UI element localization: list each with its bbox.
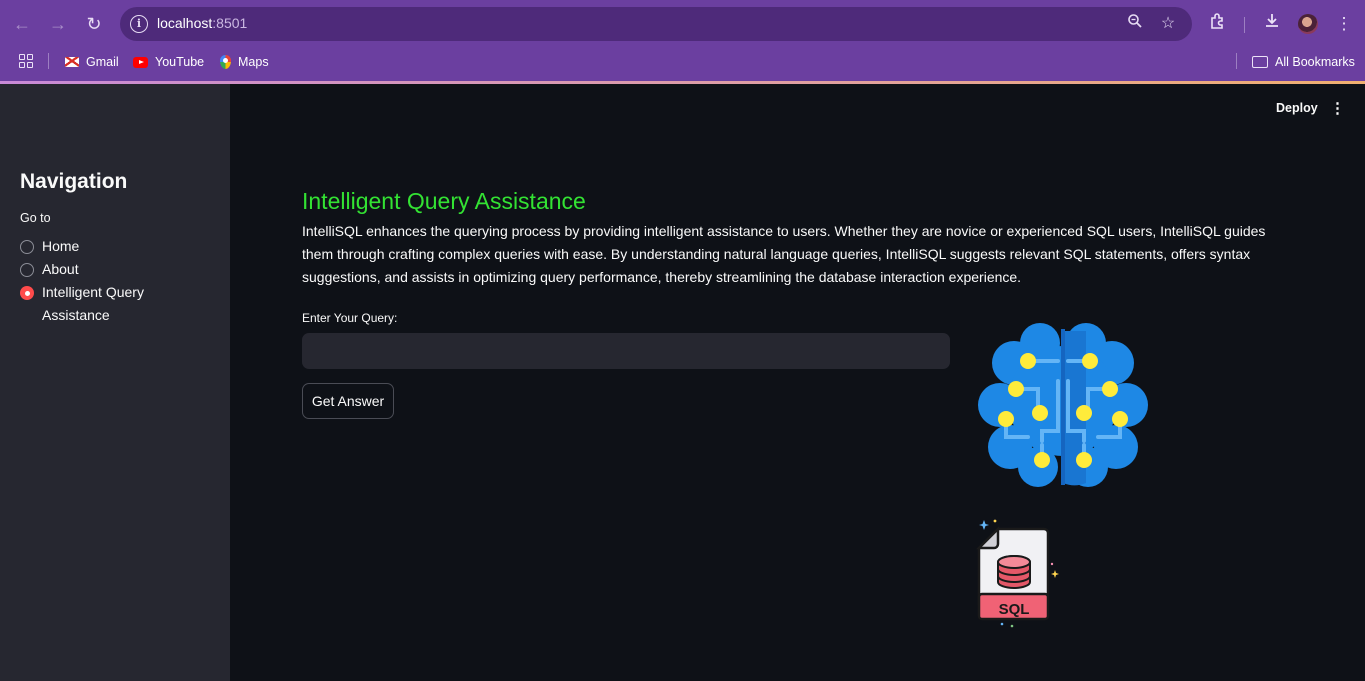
bookmark-label: Maps (238, 55, 269, 69)
back-icon[interactable]: ← (10, 12, 34, 36)
zoom-icon[interactable] (1124, 13, 1146, 35)
sidebar: Navigation Go to Home About Intelligent … (0, 84, 230, 681)
bookmark-maps[interactable]: Maps (220, 53, 269, 71)
app-menu-icon[interactable]: ⋮ (1330, 100, 1345, 118)
bookmark-label: YouTube (155, 55, 205, 69)
site-info-icon[interactable]: i (130, 15, 148, 33)
query-input[interactable] (302, 333, 950, 369)
bookmark-gmail[interactable]: Gmail (65, 53, 119, 71)
page-description: IntelliSQL enhances the querying process… (302, 223, 1266, 285)
bookmark-label: Gmail (86, 55, 119, 69)
page-title: Intelligent Query Assistance (302, 188, 586, 214)
bookmarks-bar: Gmail YouTube Maps All Bookmarks (0, 48, 1365, 74)
main-content: Deploy ⋮ Intelligent Query Assistance In… (230, 84, 1365, 681)
radio-group-label: Go to (20, 211, 51, 225)
radio-label: Intelligent Query Assistance (42, 284, 144, 323)
radio-label: About (42, 261, 79, 277)
extensions-icon[interactable] (1206, 12, 1230, 36)
radio-label: Home (42, 238, 80, 254)
gmail-icon (65, 57, 79, 67)
radio-button[interactable] (20, 263, 34, 277)
radio-option-about[interactable]: About (20, 261, 182, 281)
all-bookmarks-label: All Bookmarks (1275, 55, 1355, 69)
star-icon[interactable]: ☆ (1157, 13, 1179, 35)
radio-option-home[interactable]: Home (20, 238, 182, 258)
get-answer-button[interactable]: Get Answer (302, 383, 394, 419)
sidebar-title: Navigation (20, 170, 128, 193)
reload-icon[interactable]: ↻ (82, 12, 106, 36)
folder-icon (1252, 56, 1268, 68)
sql-badge-text: SQL (999, 601, 1030, 618)
sql-file-icon: SQL (975, 519, 1059, 628)
profile-avatar[interactable] (1298, 14, 1318, 34)
bookmarks-divider (1236, 53, 1237, 69)
browser-menu-icon[interactable]: ⋮ (1332, 12, 1356, 36)
query-label: Enter Your Query: (302, 311, 398, 325)
url-text[interactable]: localhost:8501 (157, 15, 247, 31)
download-icon[interactable] (1260, 12, 1284, 36)
radio-button-selected[interactable] (20, 286, 34, 300)
forward-icon[interactable]: → (46, 12, 70, 36)
youtube-icon (133, 56, 148, 68)
brain-circuit-icon (978, 323, 1148, 487)
deploy-button[interactable]: Deploy (1276, 101, 1318, 115)
browser-frame: ← → ↻ i localhost:8501 ☆ ⋮ Gmail YouTube… (0, 0, 1365, 84)
address-bar[interactable]: i localhost:8501 ☆ (120, 7, 1192, 41)
radio-button[interactable] (20, 240, 34, 254)
all-bookmarks[interactable]: All Bookmarks (1252, 53, 1355, 71)
radio-option-intelligent-query[interactable]: Intelligent Query Assistance (20, 284, 182, 327)
maps-icon (220, 55, 231, 69)
toolbar-divider (1244, 17, 1245, 33)
bookmark-youtube[interactable]: YouTube (133, 53, 204, 71)
browser-toolbar: ← → ↻ i localhost:8501 ☆ ⋮ (0, 4, 1365, 44)
